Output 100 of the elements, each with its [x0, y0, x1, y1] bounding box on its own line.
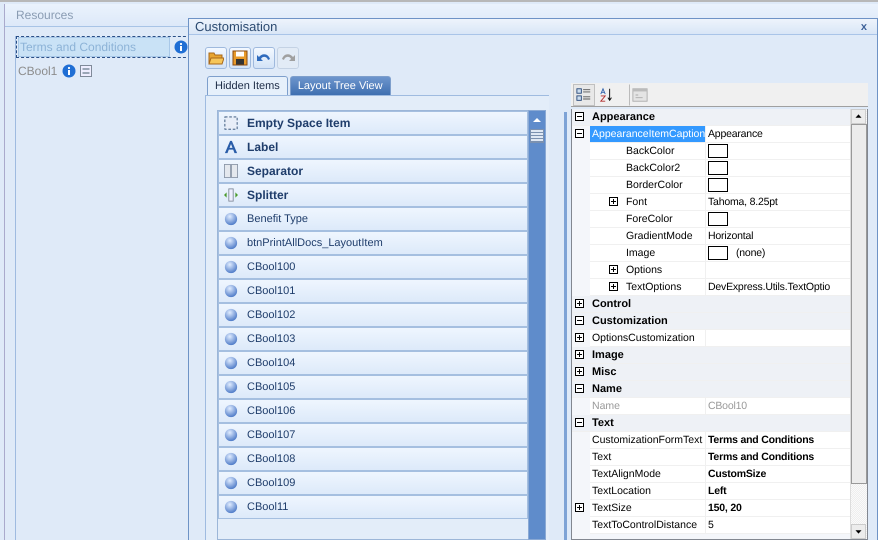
- property-row[interactable]: Font Tahoma, 8.25pt: [590, 194, 850, 211]
- property-name: CustomizationFormText: [592, 434, 702, 446]
- expand-icon[interactable]: [575, 333, 586, 344]
- sphere-icon: [224, 476, 238, 490]
- collapse-icon[interactable]: [575, 418, 586, 428]
- hidden-item[interactable]: btnPrintAllDocs_LayoutItem: [218, 231, 528, 255]
- sphere-icon: [224, 452, 238, 466]
- property-row[interactable]: ForeColor: [590, 211, 850, 228]
- tab[interactable]: Layout Tree View: [290, 76, 391, 95]
- scroll-thumb[interactable]: [530, 129, 544, 143]
- property-row[interactable]: BackColor: [590, 143, 850, 160]
- hidden-item[interactable]: CBool101: [218, 279, 528, 303]
- categorized-icon: [576, 86, 592, 102]
- expand-icon[interactable]: [609, 265, 620, 276]
- sphere-icon: [224, 284, 238, 298]
- category-label: Customization: [592, 315, 668, 327]
- hidden-item[interactable]: Empty Space Item: [218, 111, 528, 135]
- property-name: Options: [626, 264, 662, 276]
- property-row[interactable]: CustomizationFormText Terms and Conditions: [590, 432, 850, 449]
- item-label: CBool101: [247, 285, 296, 297]
- item-label: CBool108: [247, 453, 296, 465]
- category-label: Control: [592, 298, 632, 310]
- hidden-item[interactable]: CBool103: [218, 327, 528, 351]
- hidden-item[interactable]: CBool105: [218, 375, 528, 399]
- hidden-item[interactable]: Splitter: [218, 183, 528, 207]
- collapse-icon[interactable]: [575, 316, 586, 326]
- property-row[interactable]: TextOptions DevExpress.Utils.TextOptio: [590, 279, 850, 296]
- category-label: Appearance: [592, 111, 655, 123]
- property-row[interactable]: TextToControlDistance 5: [590, 517, 850, 534]
- hidden-item[interactable]: CBool109: [218, 471, 528, 495]
- property-value: Terms and Conditions: [708, 434, 814, 446]
- item-label: CBool102: [247, 309, 296, 321]
- property-name: BackColor: [626, 145, 674, 157]
- property-row[interactable]: BackColor2: [590, 160, 850, 177]
- collapse-icon[interactable]: [575, 112, 586, 122]
- property-name: TextAlignMode: [592, 468, 661, 480]
- category-label: Image: [592, 349, 624, 361]
- expand-icon[interactable]: [575, 366, 586, 378]
- category-label: Misc: [592, 366, 616, 378]
- property-name: ForeColor: [626, 213, 673, 225]
- tab[interactable]: Hidden Items: [207, 76, 288, 95]
- property-row[interactable]: GradientMode Horizontal: [590, 228, 850, 245]
- sphere-icon: [224, 500, 238, 514]
- undo-button[interactable]: [253, 47, 275, 69]
- expand-icon[interactable]: [575, 503, 586, 514]
- expand-icon[interactable]: [575, 350, 586, 360]
- hidden-item[interactable]: CBool104: [218, 351, 528, 375]
- property-name: OptionsCustomization: [592, 332, 695, 344]
- hidden-item[interactable]: CBool11: [218, 495, 528, 519]
- splitter-handle[interactable]: [564, 112, 567, 540]
- property-name: BorderColor: [626, 179, 683, 191]
- hidden-item[interactable]: Benefit Type: [218, 207, 528, 231]
- save-button[interactable]: [229, 47, 251, 69]
- item-label: CBool106: [247, 405, 296, 417]
- collapse-icon[interactable]: [575, 129, 586, 140]
- hidden-item[interactable]: CBool107: [218, 423, 528, 447]
- property-name: Name: [592, 400, 620, 412]
- property-row[interactable]: Options: [590, 262, 850, 279]
- property-name: Font: [626, 196, 648, 208]
- property-row[interactable]: TextLocation Left: [590, 483, 850, 500]
- sphere-icon: [224, 428, 238, 442]
- expand-icon[interactable]: [609, 282, 620, 293]
- property-value: Appearance: [708, 128, 763, 140]
- item-label: CBool105: [247, 381, 296, 393]
- hidden-item[interactable]: CBool102: [218, 303, 528, 327]
- expand-icon[interactable]: [609, 197, 620, 208]
- item-label: CBool107: [247, 429, 296, 441]
- item-label: CBool100: [247, 261, 296, 273]
- hidden-item[interactable]: Separator: [218, 159, 528, 183]
- expand-icon[interactable]: [575, 298, 586, 310]
- scroll-thumb[interactable]: [851, 124, 867, 484]
- property-row[interactable]: TextAlignMode CustomSize: [590, 466, 850, 483]
- property-value: (none): [736, 247, 766, 259]
- item-label: CBool109: [247, 477, 296, 489]
- window-icon: [632, 86, 648, 102]
- hidden-item[interactable]: CBool108: [218, 447, 528, 471]
- property-name: TextSize: [592, 502, 632, 514]
- property-row[interactable]: BorderColor: [590, 177, 850, 194]
- hidden-item[interactable]: CBool106: [218, 399, 528, 423]
- hidden-item[interactable]: Label: [218, 135, 528, 159]
- property-row[interactable]: Text Terms and Conditions: [590, 449, 850, 466]
- categorized-button[interactable]: [573, 84, 595, 106]
- property-value: 150, 20: [708, 502, 742, 514]
- folder-icon: [208, 50, 224, 66]
- property-value: DevExpress.Utils.TextOptio: [708, 281, 830, 293]
- collapse-icon[interactable]: [575, 384, 586, 394]
- item-label: btnPrintAllDocs_LayoutItem: [247, 237, 383, 249]
- item-label: CBool1: [17, 63, 58, 80]
- splitter-icon: [224, 188, 238, 202]
- open-button[interactable]: [205, 47, 227, 69]
- property-row[interactable]: Image (none): [590, 245, 850, 262]
- item-label: CBool11: [247, 501, 288, 513]
- property-name: GradientMode: [626, 230, 693, 242]
- hidden-item[interactable]: CBool100: [218, 255, 528, 279]
- scrollbar[interactable]: [528, 110, 546, 540]
- sphere-icon: [224, 308, 238, 322]
- property-value: CustomSize: [708, 468, 766, 480]
- category-label: Name: [592, 383, 622, 395]
- item-label: Benefit Type: [247, 213, 308, 225]
- dashed-square-icon: [224, 116, 238, 130]
